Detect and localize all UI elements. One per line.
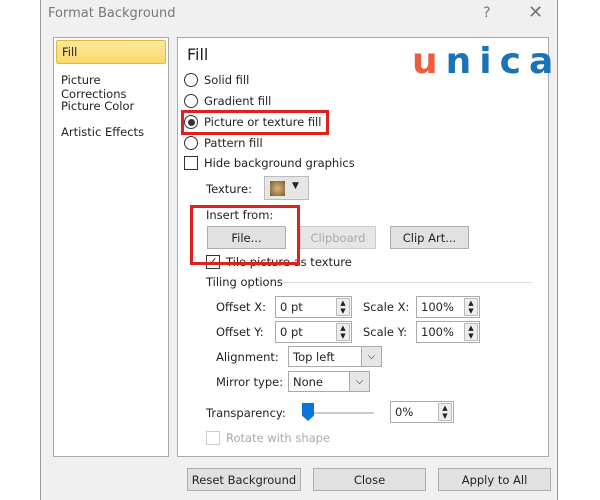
hide-background-checkbox[interactable]: Hide background graphics [184,156,355,170]
chevron-down-icon: ⌵ [361,347,381,366]
picture-texture-fill-radio[interactable]: Picture or texture fill [184,115,321,129]
transparency-slider-track[interactable] [304,412,374,414]
transparency-label: Transparency: [206,406,286,420]
mirror-type-select[interactable]: None ⌵ [288,371,370,392]
file-button[interactable]: File... [207,226,286,249]
tiling-options-label: Tiling options [206,275,283,289]
close-icon[interactable]: ✕ [528,2,543,23]
nav-item-artistic-effects[interactable]: Artistic Effects [61,125,144,139]
clipboard-button: Clipboard [300,226,376,249]
nav-item-fill[interactable]: Fill [62,45,77,59]
checkmark-icon: ✓ [206,255,220,269]
checkbox-icon [206,431,220,445]
dropdown-arrow-icon: ▼ [292,181,299,191]
reset-background-button[interactable]: Reset Background [187,468,301,491]
tile-checkbox[interactable]: ✓ Tile picture as texture [206,255,352,269]
divider [282,282,532,283]
scale-y-label: Scale Y: [363,325,407,339]
value: 100% [421,300,454,314]
label: Hide background graphics [204,156,355,170]
scale-x-input[interactable]: 100% ▲ ▼ [416,296,480,318]
value: 100% [421,325,454,339]
label: Solid fill [204,73,250,87]
spinner-icon[interactable]: ▲ ▼ [336,323,350,341]
radio-icon [184,73,198,87]
mirror-type-label: Mirror type: [216,375,284,389]
scale-y-input[interactable]: 100% ▲ ▼ [416,321,480,343]
label: Rotate with shape [226,431,331,445]
radio-icon [184,136,198,150]
gradient-fill-radio[interactable]: Gradient fill [184,94,271,108]
category-list: Fill Picture Corrections Picture Color A… [53,37,169,457]
transparency-input[interactable]: 0% ▲ ▼ [390,401,454,423]
apply-to-all-button[interactable]: Apply to All [438,468,551,491]
label: Pattern fill [204,136,263,150]
value: 0% [395,405,414,419]
alignment-label: Alignment: [216,350,279,364]
spinner-icon[interactable]: ▲ ▼ [464,298,478,316]
offset-y-label: Offset Y: [216,325,264,339]
help-button[interactable]: ? [483,5,490,21]
insert-from-label: Insert from: [206,208,274,222]
dialog-title: Format Background [48,6,176,21]
logo-rest: nica [445,41,562,82]
clip-art-button[interactable]: Clip Art... [390,226,469,249]
radio-selected-icon [184,115,198,129]
offset-y-input[interactable]: 0 pt ▲ ▼ [275,321,352,343]
value: 0 pt [280,325,303,339]
close-button[interactable]: Close [313,468,426,491]
nav-item-picture-corrections[interactable]: Picture Corrections [61,73,168,101]
texture-picker[interactable]: ▼ [264,176,309,200]
nav-item-picture-color[interactable]: Picture Color [61,99,134,113]
texture-swatch-icon [270,181,285,196]
offset-x-input[interactable]: 0 pt ▲ ▼ [275,296,352,318]
rotate-with-shape-checkbox: Rotate with shape [206,431,330,445]
alignment-select[interactable]: Top left ⌵ [288,346,382,367]
solid-fill-radio[interactable]: Solid fill [184,73,249,87]
pattern-fill-radio[interactable]: Pattern fill [184,136,263,150]
unica-logo: unica [412,42,561,82]
value: 0 pt [280,300,303,314]
value: Top left [293,350,335,364]
offset-x-label: Offset X: [216,300,266,314]
chevron-down-icon: ⌵ [349,372,369,391]
spinner-icon[interactable]: ▲ ▼ [438,403,452,421]
logo-u: u [412,41,446,82]
label: Gradient fill [204,94,272,108]
texture-label: Texture: [206,182,252,196]
value: None [293,375,324,389]
label: Tile picture as texture [226,255,352,269]
radio-icon [184,94,198,108]
checkbox-icon [184,156,198,170]
spinner-icon[interactable]: ▲ ▼ [464,323,478,341]
spinner-icon[interactable]: ▲ ▼ [336,298,350,316]
label: Picture or texture fill [204,115,322,129]
panel-heading: Fill [187,45,209,64]
scale-x-label: Scale X: [363,300,410,314]
